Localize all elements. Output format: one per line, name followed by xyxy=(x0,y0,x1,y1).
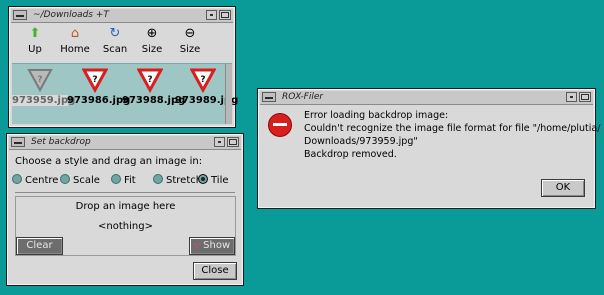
zoom-in-icon: ⊕ xyxy=(146,26,158,41)
current-image: <nothing> xyxy=(98,221,153,232)
refresh-icon: ↻ xyxy=(109,26,121,41)
size-larger-button[interactable]: ⊕ Size xyxy=(133,24,171,60)
maximize-button[interactable] xyxy=(227,137,239,147)
unknown-file-icon: ? xyxy=(190,68,216,93)
up-label: Up xyxy=(28,44,42,55)
radio-centre[interactable]: Centre xyxy=(12,174,58,186)
window-menu-button[interactable] xyxy=(11,137,25,147)
divider xyxy=(15,192,235,193)
error-titlebar[interactable]: ROX-Filer xyxy=(260,91,593,105)
file-name: 973989.jpg xyxy=(175,95,239,106)
radio-label: Fit xyxy=(124,175,136,186)
clear-button[interactable]: Clear xyxy=(16,237,63,255)
radio-stretch[interactable]: Stretch xyxy=(153,174,202,186)
radio-label: Centre xyxy=(25,175,59,186)
scan-button[interactable]: ↻ Scan xyxy=(96,24,134,60)
radio-fit[interactable]: Fit xyxy=(111,174,136,186)
backdrop-titlebar[interactable]: Set backdrop xyxy=(9,136,241,150)
size-label: Size xyxy=(179,44,201,55)
backdrop-title: Set backdrop xyxy=(31,137,91,147)
radio-label: Tile xyxy=(211,175,229,186)
filer-title: ~/Downloads +T xyxy=(33,10,109,20)
svg-text:?: ? xyxy=(37,75,42,85)
ok-label: OK xyxy=(555,182,571,193)
file-item[interactable]: ? 973986.jpg xyxy=(67,67,131,106)
image-drop-area[interactable]: Drop an image here <nothing> Clear ▽ Sho… xyxy=(15,196,236,256)
svg-text:?: ? xyxy=(200,75,205,85)
show-label: Show xyxy=(203,240,231,251)
unknown-file-icon: ? xyxy=(137,68,163,93)
maximize-button[interactable] xyxy=(219,10,231,20)
maximize-button[interactable] xyxy=(579,92,591,102)
style-instruction: Choose a style and drag an image in: xyxy=(15,156,203,167)
error-line: Backdrop removed. xyxy=(304,149,397,160)
show-icon: ▽ xyxy=(193,241,200,250)
scrollbar[interactable] xyxy=(225,64,232,124)
file-item[interactable]: ? 973989.jpg xyxy=(175,67,239,106)
file-item[interactable]: ? 973988.jpg xyxy=(122,67,186,106)
file-item[interactable]: ? 973959.jpg xyxy=(12,67,76,106)
minimize-button[interactable] xyxy=(206,10,217,20)
filer-window: ~/Downloads +T ⬆ Up ⌂ Home ↻ Scan ⊕ Size… xyxy=(8,6,239,128)
minimize-button[interactable] xyxy=(214,137,225,147)
radio-label: Scale xyxy=(73,175,100,186)
error-dialog: ROX-Filer Error loading backdrop image: … xyxy=(257,88,600,209)
size-label: Size xyxy=(141,44,163,55)
clear-label: Clear xyxy=(26,240,53,251)
up-button[interactable]: ⬆ Up xyxy=(16,24,54,60)
radio-dot xyxy=(60,174,70,184)
unknown-file-icon: ? xyxy=(27,69,53,93)
size-smaller-button[interactable]: ⊖ Size xyxy=(171,24,209,60)
close-label: Close xyxy=(201,265,229,276)
error-line: Couldn't recognize the image file format… xyxy=(304,123,601,134)
style-radio-group: Centre Scale Fit Stretch Tile xyxy=(12,174,238,188)
window-menu-button[interactable] xyxy=(13,10,27,20)
radio-dot xyxy=(198,174,208,184)
svg-text:?: ? xyxy=(147,75,152,85)
error-line: Error loading backdrop image: xyxy=(304,110,449,121)
radio-dot xyxy=(111,174,121,184)
home-button[interactable]: ⌂ Home xyxy=(56,24,94,60)
radio-scale[interactable]: Scale xyxy=(60,174,100,186)
zoom-out-icon: ⊖ xyxy=(184,26,196,41)
radio-tile[interactable]: Tile xyxy=(198,174,229,186)
file-name: 973988.jpg xyxy=(122,95,186,106)
error-title: ROX-Filer xyxy=(282,92,324,102)
ok-button[interactable]: OK xyxy=(541,179,585,197)
window-menu-button[interactable] xyxy=(262,92,276,102)
scan-label: Scan xyxy=(102,44,128,55)
radio-dot xyxy=(153,174,163,184)
close-button[interactable]: Close xyxy=(193,262,237,280)
home-icon: ⌂ xyxy=(70,26,80,41)
filer-titlebar[interactable]: ~/Downloads +T xyxy=(11,9,233,23)
error-message: Error loading backdrop image: Couldn't r… xyxy=(304,109,600,161)
minimize-button[interactable] xyxy=(566,92,577,102)
error-icon xyxy=(268,113,292,137)
file-name: 973959.jpg xyxy=(12,95,76,106)
up-arrow-icon: ⬆ xyxy=(29,26,41,41)
svg-text:?: ? xyxy=(92,75,97,85)
error-line: Downloads/973959.jpg" xyxy=(304,136,418,147)
home-label: Home xyxy=(60,44,90,55)
unknown-file-icon: ? xyxy=(82,68,108,93)
set-backdrop-window: Set backdrop Choose a style and drag an … xyxy=(6,133,244,286)
file-name: 973986.jpg xyxy=(67,95,131,106)
radio-dot xyxy=(12,174,22,184)
drop-hint: Drop an image here xyxy=(75,201,176,212)
filer-toolbar: ⬆ Up ⌂ Home ↻ Scan ⊕ Size ⊖ Size xyxy=(12,24,232,62)
show-button[interactable]: ▽ Show xyxy=(189,237,235,255)
file-list[interactable]: ? 973959.jpg ? 973986.jpg ? 973988.jpg ?… xyxy=(12,63,239,124)
radio-label: Stretch xyxy=(166,175,203,186)
